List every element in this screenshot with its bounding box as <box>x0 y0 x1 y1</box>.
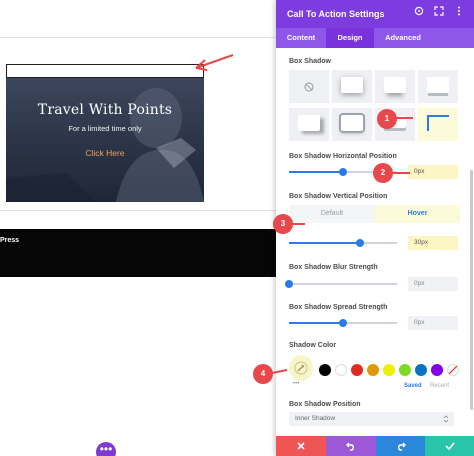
shadow-preset-2[interactable] <box>375 70 415 103</box>
default-state-tab[interactable]: Default <box>289 205 375 223</box>
recent-colors-tab[interactable]: Recent <box>430 383 449 389</box>
tab-advanced[interactable]: Advanced <box>374 28 432 48</box>
horizontal-position-label: Box Shadow Horizontal Position <box>289 153 397 160</box>
swatch-clear[interactable] <box>447 364 459 376</box>
builder-canvas: Travel With Points For a limited time on… <box>0 0 276 456</box>
more-colors-icon[interactable]: ••• <box>293 381 299 387</box>
vertical-position-label: Box Shadow Vertical Position <box>289 193 388 200</box>
vertical-position-input[interactable]: 30px <box>408 236 458 250</box>
cta-button[interactable]: Click Here <box>6 148 204 158</box>
swatch-blue[interactable] <box>415 364 427 376</box>
shadow-position-label: Box Shadow Position <box>289 401 361 408</box>
more-options-icon[interactable] <box>452 6 466 20</box>
panel-tabs: Content Design Advanced <box>276 28 474 48</box>
annotation-marker-3: 3 <box>273 214 293 234</box>
eyedropper-icon <box>294 361 308 375</box>
default-hover-toggle[interactable]: Default Hover <box>289 205 460 223</box>
cancel-button[interactable] <box>276 436 326 456</box>
swatch-red[interactable] <box>351 364 363 376</box>
swatch-white[interactable] <box>335 364 347 376</box>
shadow-position-value: Inner Shadow <box>295 415 336 422</box>
section-divider <box>0 37 276 38</box>
target-icon[interactable] <box>412 6 426 20</box>
settings-panel: Call To Action Settings Content Design A… <box>276 0 474 456</box>
none-icon <box>304 82 314 92</box>
color-picker-button[interactable] <box>289 355 313 381</box>
swatch-yellow[interactable] <box>383 364 395 376</box>
blur-strength-label: Box Shadow Blur Strength <box>289 264 378 271</box>
annotation-marker-4: 4 <box>253 364 273 384</box>
swatch-black[interactable] <box>319 364 331 376</box>
shadow-position-select[interactable]: Inner Shadow <box>289 412 454 426</box>
undo-icon <box>346 442 354 451</box>
shadow-preset-inner-selected[interactable] <box>418 108 458 141</box>
spread-strength-slider[interactable] <box>289 319 397 327</box>
save-button[interactable] <box>425 436 474 456</box>
section-divider <box>0 210 276 211</box>
redo-icon <box>397 442 406 451</box>
swatch-purple[interactable] <box>431 364 443 376</box>
close-icon <box>297 442 305 450</box>
shadow-preset-3[interactable] <box>418 70 458 103</box>
cta-title: Travel With Points <box>37 102 173 118</box>
vertical-position-slider[interactable] <box>289 239 397 247</box>
annotation-marker-2: 2 <box>373 163 393 183</box>
swatch-green[interactable] <box>399 364 411 376</box>
spread-strength-input[interactable]: 0px <box>408 316 458 330</box>
horizontal-position-input[interactable]: 0px <box>408 165 458 179</box>
cta-module-outline[interactable] <box>6 64 204 78</box>
cta-subtitle: For a limited time only <box>68 124 142 133</box>
traveler-background-image <box>6 88 204 202</box>
select-arrows-icon <box>443 415 449 423</box>
box-shadow-label: Box Shadow <box>289 58 332 65</box>
shadow-color-palette: ••• Saved Recent <box>289 355 465 389</box>
undo-button[interactable] <box>326 436 376 456</box>
tab-design[interactable]: Design <box>326 28 374 48</box>
shadow-preset-none[interactable] <box>289 70 329 103</box>
no-color-icon <box>448 365 458 375</box>
panel-action-bar <box>276 436 474 456</box>
expand-icon[interactable] <box>432 6 446 20</box>
dark-section: Press <box>0 229 276 277</box>
panel-title: Call To Action Settings <box>287 9 385 19</box>
redo-button[interactable] <box>376 436 425 456</box>
box-shadow-presets <box>289 70 460 142</box>
shadow-preset-1[interactable] <box>332 70 372 103</box>
blur-strength-input[interactable]: 0px <box>408 277 458 291</box>
panel-header: Call To Action Settings <box>276 0 474 28</box>
call-to-action-module[interactable]: Travel With Points For a limited time on… <box>6 78 204 202</box>
add-module-button[interactable]: ••• <box>96 442 116 456</box>
saved-colors-tab[interactable]: Saved <box>404 383 422 389</box>
spread-strength-label: Box Shadow Spread Strength <box>289 304 388 311</box>
swatch-orange[interactable] <box>367 364 379 376</box>
annotation-marker-1: 1 <box>377 109 397 129</box>
tab-content[interactable]: Content <box>276 28 326 48</box>
hover-state-tab[interactable]: Hover <box>375 205 460 223</box>
panel-scrollbar[interactable] <box>470 170 473 410</box>
shadow-color-label: Shadow Color <box>289 342 337 349</box>
blur-strength-slider[interactable] <box>285 280 397 288</box>
shadow-preset-5[interactable] <box>332 108 372 141</box>
shadow-preset-4[interactable] <box>289 108 329 141</box>
check-icon <box>444 442 455 451</box>
section-text: Press <box>0 237 20 244</box>
